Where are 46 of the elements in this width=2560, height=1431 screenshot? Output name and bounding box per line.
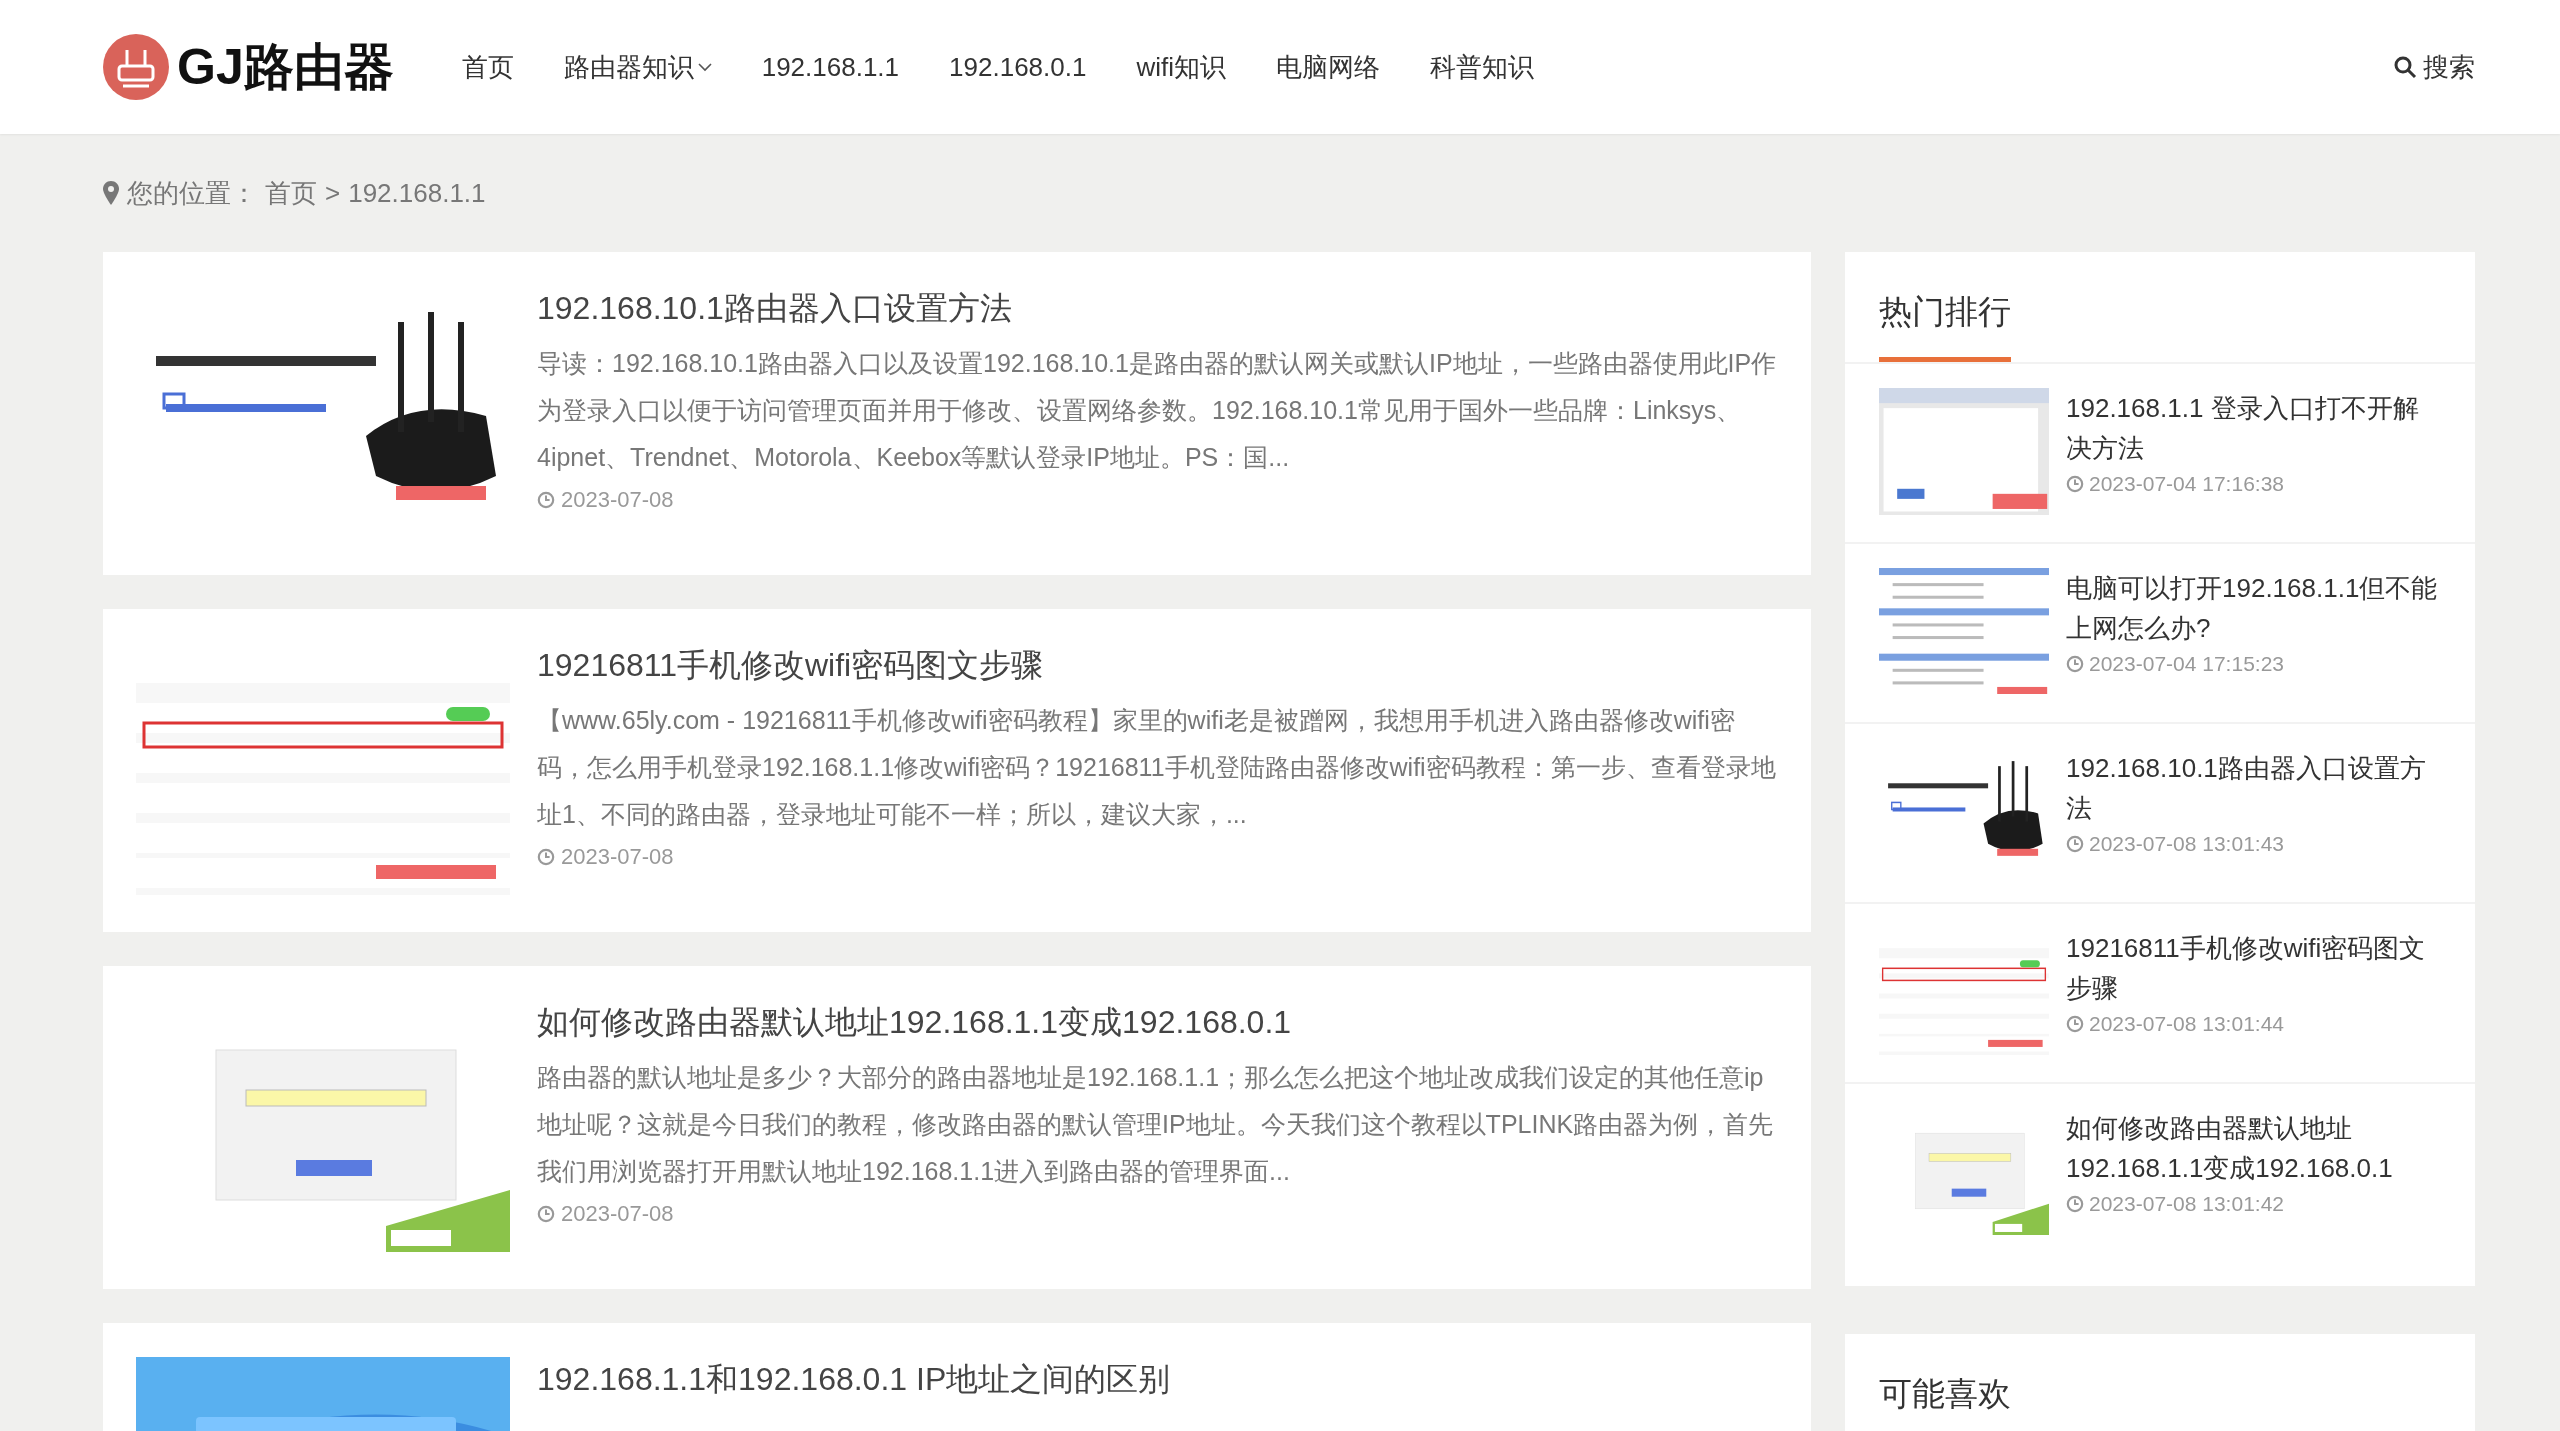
nav-link[interactable]: 电脑网络 [1276, 49, 1380, 85]
nav-link[interactable]: 科普知识 [1430, 49, 1534, 85]
breadcrumb-link[interactable]: 首页 [265, 175, 317, 211]
ranking-title[interactable]: 如何修改路由器默认地址192.168.1.1变成192.168.0.1 [2066, 1108, 2441, 1188]
article-date: 2023-07-08 [561, 1201, 674, 1227]
site-logo-text[interactable]: GJ路由器 [177, 33, 394, 101]
clock-icon [537, 848, 555, 866]
ranking-date: 2023-07-08 13:01:44 [2089, 1012, 2284, 1036]
nav-link[interactable]: 路由器知识 [563, 49, 712, 85]
nav-link[interactable]: 首页 [461, 49, 514, 85]
ranking-title[interactable]: 电脑可以打开192.168.1.1但不能上网怎么办? [2066, 568, 2441, 648]
ranking-title[interactable]: 192.168.1.1 登录入口打不开解决方法 [2066, 388, 2441, 468]
ranking-title[interactable]: 192.168.10.1路由器入口设置方法 [2066, 748, 2441, 828]
clock-icon [537, 491, 555, 509]
search-link[interactable]: 搜索 [2393, 49, 2475, 85]
ranking-date: 2023-07-04 17:15:23 [2089, 652, 2284, 676]
router-logo-icon [103, 34, 169, 100]
article-date: 2023-07-08 [561, 844, 674, 870]
article-title[interactable]: 192.168.10.1路由器入口设置方法 [537, 286, 1777, 330]
breadcrumb-label: 您的位置： [127, 176, 257, 210]
nav-link[interactable]: wifi知识 [1136, 49, 1226, 85]
ranking-date: 2023-07-08 13:01:43 [2089, 832, 2284, 856]
article-title[interactable]: 19216811手机修改wifi密码图文步骤 [537, 643, 1777, 687]
article-date: 2023-07-08 [561, 487, 674, 513]
clock-icon [2066, 1015, 2084, 1033]
nav-link[interactable]: 192.168.1.1 [761, 49, 900, 85]
clock-icon [2066, 835, 2084, 853]
clock-icon [537, 1205, 555, 1223]
search-icon [2393, 55, 2417, 79]
article-title[interactable]: 如何修改路由器默认地址192.168.1.1变成192.168.0.1 [537, 1000, 1777, 1044]
ranking-date: 2023-07-08 13:01:42 [2089, 1192, 2284, 1216]
ranking-title[interactable]: 19216811手机修改wifi密码图文步骤 [2066, 928, 2441, 1008]
article-excerpt: 路由器的默认地址是多少？大部分的路由器地址是192.168.1.1；那么怎么把这个地址改成我们设定的其他任意ip地址呢？这就是今日我们的教程，修改路由器的默认管理IP地址。今天我们这个教程以TPLINK路由器为例，首先我们用浏览器打开用默认地址192.168.1.1进入到路由器的管理界面... [537, 1062, 1775, 1187]
ranking-date: 2023-07-04 17:16:38 [2089, 472, 2284, 496]
article-excerpt: 导读：192.168.10.1路由器入口以及设置192.168.10.1是路由器的默认网关或默认IP地址，一些路由器使用此IP作为登录入口以便于访问管理页面并用于修改、设置网络参数。192.168.10.1常见用于国外一些品牌：Linksys、4ipnet、Trendnet、Motorola、Keebox等默认登录IP地址。PS：国... [537, 348, 1777, 473]
clock-icon [2066, 1195, 2084, 1213]
clock-icon [2066, 475, 2084, 493]
clock-icon [2066, 655, 2084, 673]
panel-title: 热门排行 [1879, 290, 2011, 362]
location-pin-icon [103, 181, 119, 205]
article-title[interactable]: 192.168.1.1和192.168.0.1 IP地址之间的区别 [537, 1357, 1777, 1401]
nav-link[interactable]: 192.168.0.1 [949, 49, 1087, 85]
breadcrumb-separator: > [325, 177, 341, 209]
article-excerpt: 【www.65ly.com - 19216811手机修改wifi密码教程】家里的wifi老是被蹭网，我想用手机进入路由器修改wifi密码，怎么用手机登录192.168.1.1修改wifi密码？19216811手机登陆路由器修改wifi密码教程：第一步、查看登录地址1、不同的路由器，登录地址可能不一样；所以，建议大家，... [537, 705, 1777, 830]
panel-title: 可能喜欢 [1879, 1372, 2011, 1431]
breadcrumb-link[interactable]: 192.168.1.1 [348, 177, 486, 209]
